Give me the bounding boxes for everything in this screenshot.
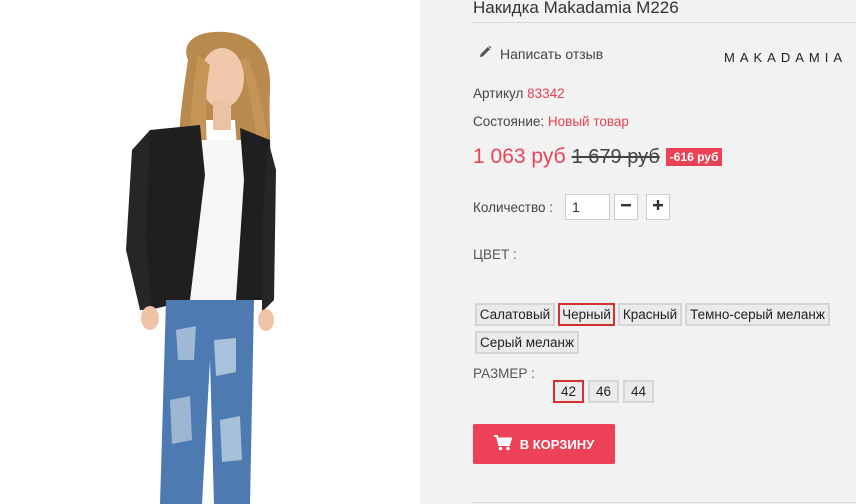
size-label: РАЗМЕР : xyxy=(473,366,535,381)
size-option-46[interactable]: 46 xyxy=(588,380,619,403)
price-row: 1 063 руб 1 679 руб -616 руб xyxy=(473,145,723,169)
plus-icon xyxy=(652,198,664,216)
article-row: Артикул 83342 xyxy=(473,86,565,101)
color-option-dark-grey-melange[interactable]: Темно-серый меланж xyxy=(685,303,830,326)
product-title: Накидка Makadamia M226 xyxy=(473,0,679,17)
cart-icon xyxy=(493,434,513,454)
price-current: 1 063 руб xyxy=(473,145,566,168)
write-review-link[interactable]: Написать отзыв xyxy=(478,45,603,62)
discount-badge: -616 руб xyxy=(665,148,723,166)
color-label: ЦВЕТ : xyxy=(473,247,517,262)
bottom-divider xyxy=(473,502,856,503)
article-value: 83342 xyxy=(527,86,565,101)
size-option-42[interactable]: 42 xyxy=(553,380,584,403)
color-option-salad[interactable]: Салатовый xyxy=(475,303,555,326)
pencil-icon xyxy=(478,45,492,62)
size-option-44[interactable]: 44 xyxy=(623,380,654,403)
color-option-black[interactable]: Черный xyxy=(558,303,615,326)
article-label: Артикул xyxy=(473,86,524,101)
color-option-grey-melange[interactable]: Серый меланж xyxy=(475,331,579,354)
quantity-increase-button[interactable] xyxy=(646,194,670,220)
color-option-red[interactable]: Красный xyxy=(618,303,682,326)
price-old: 1 679 руб xyxy=(571,145,660,168)
minus-icon xyxy=(620,198,632,216)
condition-row: Состояние: Новый товар xyxy=(473,114,629,129)
quantity-input[interactable] xyxy=(565,194,610,220)
add-to-cart-button[interactable]: В КОРЗИНУ xyxy=(473,424,615,464)
quantity-decrease-button[interactable] xyxy=(614,194,638,220)
condition-label: Состояние: xyxy=(473,114,545,129)
write-review-label: Написать отзыв xyxy=(500,45,604,62)
condition-value: Новый товар xyxy=(547,114,629,129)
quantity-label: Количество : xyxy=(473,200,553,215)
title-divider xyxy=(473,22,856,23)
product-info-panel: Накидка Makadamia M226 Написать отзыв MA… xyxy=(420,0,856,504)
brand-logo[interactable]: MAKADAMIA xyxy=(724,50,847,65)
model-photo xyxy=(126,31,276,504)
product-image[interactable] xyxy=(0,0,420,504)
add-to-cart-label: В КОРЗИНУ xyxy=(519,436,595,452)
